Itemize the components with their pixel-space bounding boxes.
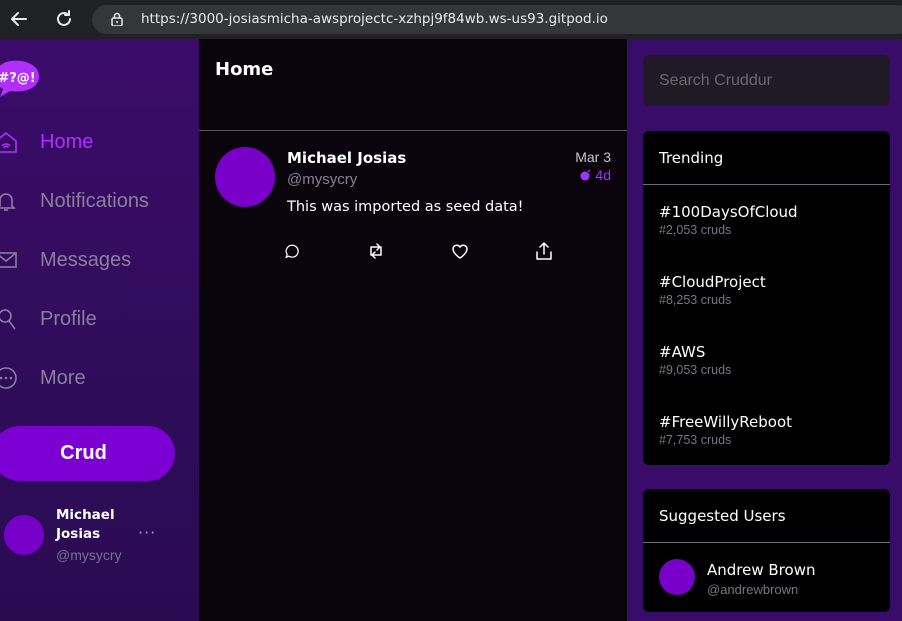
main-feed: Home Michael Josias @mysycry Mar 3 4d Th… [199, 39, 627, 621]
avatar[interactable] [659, 559, 695, 595]
post-date: Mar 3 [575, 149, 611, 165]
mail-icon [0, 252, 17, 268]
post-message: This was imported as seed data! [287, 199, 524, 215]
bomb-icon [580, 169, 591, 181]
sidebar-item-label: More [40, 367, 86, 389]
trend-item[interactable]: #100DaysOfCloud #2,053 cruds [659, 203, 879, 237]
trending-title: Trending [659, 149, 724, 167]
like-icon[interactable] [450, 241, 470, 261]
repost-icon[interactable] [366, 241, 386, 261]
profile-more-icon[interactable]: ··· [138, 523, 156, 542]
user-icon [0, 309, 16, 330]
post-expiry: 4d [579, 167, 611, 183]
suggested-title: Suggested Users [659, 507, 786, 525]
trend-name: #CloudProject [659, 273, 766, 291]
search-input[interactable] [643, 55, 890, 106]
cruddur-logo[interactable]: #?@! [0, 59, 41, 99]
sidebar-item-label: Messages [40, 249, 132, 271]
post-author-name[interactable]: Michael Josias [287, 149, 406, 167]
sidebar-item-profile[interactable]: Profile [0, 302, 199, 338]
trend-name: #AWS [659, 343, 706, 361]
avatar[interactable] [4, 515, 44, 555]
profile-name: Michael Josias [56, 507, 115, 542]
trend-item[interactable]: #FreeWillyReboot #7,753 cruds [659, 413, 879, 447]
activity-item[interactable]: Michael Josias @mysycry Mar 3 4d This wa… [199, 131, 627, 281]
trend-count: #7,753 cruds [659, 433, 732, 447]
bell-icon [0, 193, 16, 211]
suggested-user-handle[interactable]: @andrewbrown [707, 582, 798, 597]
home-icon [0, 131, 17, 153]
page-title: Home [215, 59, 274, 80]
trending-panel: Trending #100DaysOfCloud #2,053 cruds #C… [643, 131, 890, 465]
profile-handle: @mysycry [56, 547, 122, 563]
trend-item[interactable]: #CloudProject #8,253 cruds [659, 273, 879, 307]
browser-toolbar: https://3000-josiasmicha-awsprojectc-xzh… [0, 0, 902, 39]
post-expiry-text: 4d [595, 167, 611, 183]
sidebar: #?@! Home Notifications Messages Profile… [0, 39, 199, 621]
trend-count: #9,053 cruds [659, 363, 732, 377]
more-circle-icon [0, 367, 17, 389]
sidebar-item-label: Notifications [40, 190, 149, 212]
suggested-user-name[interactable]: Andrew Brown [707, 561, 815, 579]
right-sidebar: Trending #100DaysOfCloud #2,053 cruds #C… [627, 39, 902, 621]
sidebar-item-label: Home [40, 131, 94, 153]
reload-icon[interactable] [53, 8, 75, 30]
trend-name: #100DaysOfCloud [659, 203, 798, 221]
address-bar[interactable]: https://3000-josiasmicha-awsprojectc-xzh… [92, 5, 902, 34]
feed-header: Home [199, 39, 627, 131]
sidebar-item-label: Profile [40, 308, 97, 330]
lock-icon[interactable] [110, 12, 124, 26]
reply-icon[interactable] [282, 241, 302, 261]
trend-item[interactable]: #AWS #9,053 cruds [659, 343, 879, 377]
sidebar-item-more[interactable]: More [0, 361, 199, 397]
trend-count: #2,053 cruds [659, 223, 732, 237]
trend-name: #FreeWillyReboot [659, 413, 793, 431]
sidebar-item-notifications[interactable]: Notifications [0, 184, 199, 220]
url-text[interactable]: https://3000-josiasmicha-awsprojectc-xzh… [141, 11, 608, 27]
post-author-handle[interactable]: @mysycry [287, 171, 357, 188]
share-icon[interactable] [534, 241, 554, 261]
suggested-users-panel: Suggested Users Andrew Brown @andrewbrow… [643, 489, 890, 612]
divider [643, 184, 890, 185]
divider [643, 542, 890, 543]
sidebar-item-home[interactable]: Home [0, 125, 199, 161]
trend-count: #8,253 cruds [659, 293, 732, 307]
avatar[interactable] [215, 147, 275, 207]
crud-button[interactable]: Crud [0, 426, 175, 481]
sidebar-item-messages[interactable]: Messages [0, 243, 199, 279]
back-arrow-icon[interactable] [8, 8, 30, 30]
svg-text:#?@!: #?@! [0, 71, 36, 86]
